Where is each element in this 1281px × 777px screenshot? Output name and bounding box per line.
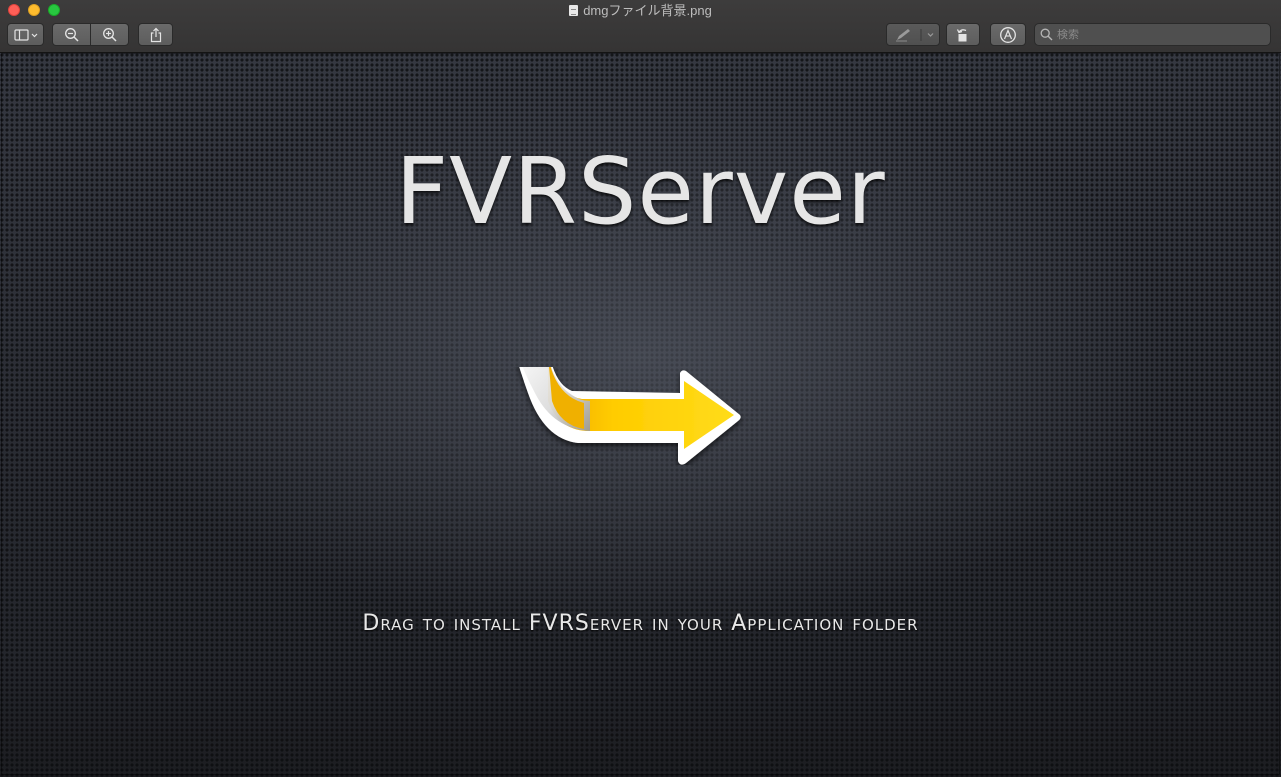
markup-icon: [1000, 26, 1016, 43]
search-input[interactable]: [1057, 28, 1257, 41]
zoom-out-icon: [64, 27, 79, 42]
pen-icon: [896, 28, 934, 41]
sidebar-toggle-button[interactable]: [7, 23, 44, 46]
image-canvas: FVRServer Drag to install FVRServer in y…: [0, 53, 1281, 777]
document-title: dmgファイル背景.png: [0, 2, 1281, 19]
share-button[interactable]: [138, 23, 173, 46]
titlebar: dmgファイル背景.png: [0, 0, 1281, 53]
rotate-icon: [956, 28, 967, 41]
preview-window: dmgファイル背景.png 検索 FVRServer Drag to insta…: [0, 0, 1281, 777]
document-title-text: dmgファイル背景.png: [583, 3, 712, 18]
markup-pen-button[interactable]: [886, 23, 940, 46]
zoom-in-icon: [102, 27, 117, 42]
share-icon: [150, 27, 161, 42]
search-icon: [1040, 28, 1053, 41]
search-field[interactable]: [1034, 23, 1271, 46]
app-name-heading: FVRServer: [395, 138, 886, 245]
zoom-out-button[interactable]: [52, 23, 91, 46]
sidebar-icon: [13, 28, 37, 41]
install-arrow-icon: [519, 367, 741, 465]
rotate-button[interactable]: [946, 23, 980, 46]
install-instruction-text: Drag to install FVRServer in your Applic…: [362, 611, 919, 636]
markup-toolbar-button[interactable]: [990, 23, 1026, 46]
document-icon: [569, 5, 579, 16]
zoom-in-button[interactable]: [90, 23, 129, 46]
